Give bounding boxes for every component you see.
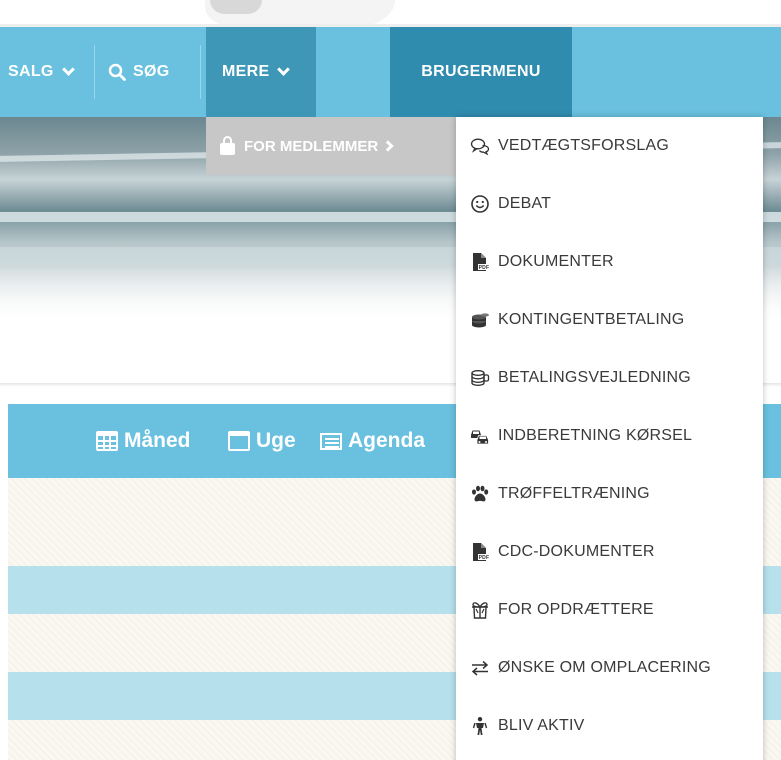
chevron-right-icon <box>382 140 394 152</box>
nav-separator <box>200 45 201 99</box>
calendar-view-month-label: Måned <box>124 429 191 452</box>
lock-icon <box>220 135 235 155</box>
calendar-view-agenda[interactable]: Agenda <box>320 404 425 478</box>
coins-icon <box>470 310 490 330</box>
nav-salg-label: SALG <box>8 63 54 80</box>
person-icon <box>470 716 490 736</box>
menu-item-oenske-om-omplacering[interactable]: ØNSKE OM OMPLACERING <box>456 639 763 697</box>
nav-mere-label: MERE <box>222 63 270 80</box>
menu-item-betalingsvejledning[interactable]: BETALINGSVEJLEDNING <box>456 349 763 407</box>
calendar-week-icon <box>228 431 250 451</box>
menu-item-label: ØNSKE OM OMPLACERING <box>498 659 711 676</box>
submenu-item-for-medlemmer[interactable]: FOR MEDLEMMER <box>220 117 394 175</box>
calendar-view-week[interactable]: Uge <box>228 404 296 478</box>
menu-item-dokumenter[interactable]: PDF DOKUMENTER <box>456 233 763 291</box>
browser-top-strip <box>0 0 781 27</box>
menu-item-bliv-aktiv[interactable]: BLIV AKTIV <box>456 697 763 755</box>
calendar-view-month[interactable]: Måned <box>96 404 191 478</box>
menu-item-indberetning-koersel[interactable]: INDBERETNING KØRSEL <box>456 407 763 465</box>
pdf-file-icon: PDF <box>470 542 490 562</box>
comments-icon <box>470 136 490 156</box>
menu-item-label: INDBERETNING KØRSEL <box>498 427 693 444</box>
menu-item-label: BETALINGSVEJLEDNING <box>498 369 691 386</box>
pdf-file-icon: PDF <box>470 252 490 272</box>
menu-item-kontingentbetaling[interactable]: KONTINGENTBETALING <box>456 291 763 349</box>
submenu-item-label: FOR MEDLEMMER <box>244 137 379 155</box>
calendar-view-agenda-label: Agenda <box>348 429 426 452</box>
nav-brugermenu-label: BRUGERMENU <box>421 63 541 80</box>
menu-item-vedtaegtsforslag[interactable]: VEDTÆGTSFORSLAG <box>456 117 763 175</box>
nav-separator <box>94 45 95 99</box>
coins-outline-icon <box>470 368 490 388</box>
submenu-mere: FOR MEDLEMMER <box>206 117 456 175</box>
list-icon <box>320 432 342 450</box>
nav-soeg[interactable]: SØG <box>108 27 169 117</box>
nav-brugermenu[interactable]: BRUGERMENU <box>390 27 572 117</box>
nav-mere[interactable]: MERE <box>206 27 316 117</box>
gift-icon <box>470 600 490 620</box>
menu-item-cdc-dokumenter[interactable]: PDF CDC-DOKUMENTER <box>456 523 763 581</box>
nav-salg[interactable]: SALG <box>8 27 75 117</box>
tab-bump <box>210 0 262 14</box>
menu-item-label: CDC-DOKUMENTER <box>498 543 655 560</box>
menu-item-troeffeltraening[interactable]: TRØFFELTRÆNING <box>456 465 763 523</box>
calendar-view-week-label: Uge <box>256 429 296 452</box>
menu-item-label: VEDTÆGTSFORSLAG <box>498 137 670 154</box>
menu-item-label: BLIV AKTIV <box>498 717 585 734</box>
svg-text:PDF: PDF <box>479 555 490 561</box>
paw-icon <box>470 484 490 504</box>
chevron-down-icon <box>277 63 291 76</box>
smile-icon <box>470 194 490 214</box>
main-navbar: SALG SØG MERE BRUGERMENU <box>0 27 781 117</box>
menu-item-label: TRØFFELTRÆNING <box>498 485 650 502</box>
menu-item-label: DOKUMENTER <box>498 253 614 270</box>
nav-soeg-label: SØG <box>133 63 170 80</box>
menu-item-debat[interactable]: DEBAT <box>456 175 763 233</box>
cars-icon <box>470 426 490 446</box>
svg-text:PDF: PDF <box>479 265 490 271</box>
browser-tab-edge <box>205 0 395 27</box>
menu-item-for-opdraettere[interactable]: FOR OPDRÆTTERE <box>456 581 763 639</box>
calendar-month-icon <box>96 431 118 451</box>
exchange-icon <box>470 658 490 678</box>
dropdown-for-medlemmer: VEDTÆGTSFORSLAG DEBAT PDF DOKUMENTER KON… <box>456 117 763 760</box>
menu-item-label: FOR OPDRÆTTERE <box>498 601 654 618</box>
search-icon <box>108 63 126 81</box>
menu-item-label: KONTINGENTBETALING <box>498 311 685 328</box>
menu-item-label: DEBAT <box>498 195 552 212</box>
chevron-down-icon <box>61 63 75 76</box>
